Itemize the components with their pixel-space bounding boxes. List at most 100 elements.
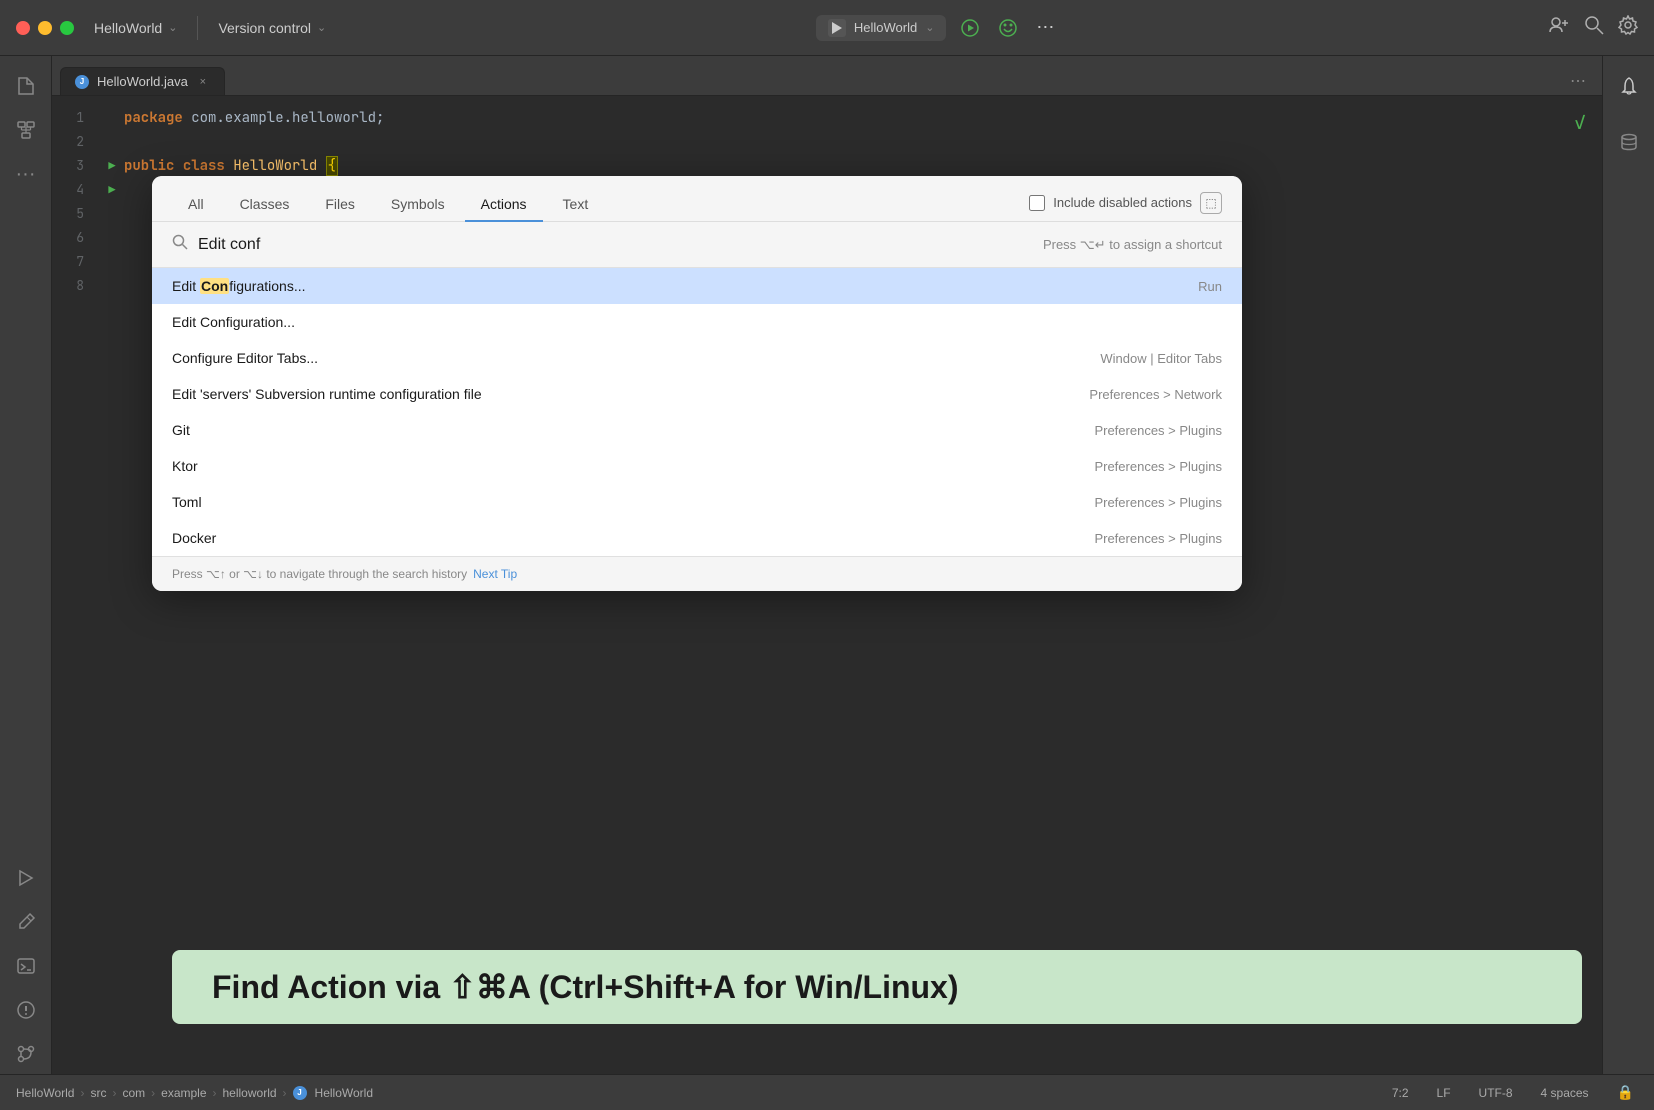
sidebar-item-files[interactable] — [6, 66, 46, 106]
traffic-lights — [16, 21, 74, 35]
include-disabled-label: Include disabled actions — [1053, 195, 1192, 210]
minimize-button[interactable] — [38, 21, 52, 35]
right-panel-notifications[interactable] — [1609, 66, 1649, 106]
include-disabled-checkbox[interactable] — [1029, 195, 1045, 211]
breadcrumb-helloworld[interactable]: HelloWorld — [16, 1086, 74, 1100]
breadcrumb-src[interactable]: src — [90, 1086, 106, 1100]
checkmark-icon: ✓ — [1574, 110, 1586, 134]
result-shortcut-4: Preferences > Network — [1089, 387, 1222, 402]
popup-tab-classes[interactable]: Classes — [224, 188, 306, 222]
sidebar-item-structure[interactable] — [6, 110, 46, 150]
find-action-keyword: Find Action — [212, 969, 387, 1005]
result-item-edit-configuration[interactable]: Edit Configuration... — [152, 304, 1242, 340]
popup-footer-text: Press ⌥↑ or ⌥↓ to navigate through the s… — [172, 567, 467, 581]
result-shortcut-6: Preferences > Plugins — [1094, 459, 1222, 474]
result-shortcut-5: Preferences > Plugins — [1094, 423, 1222, 438]
result-item-toml[interactable]: Toml Preferences > Plugins — [152, 484, 1242, 520]
add-user-icon[interactable] — [1548, 14, 1570, 41]
tab-more-icon[interactable]: ⋯ — [1562, 67, 1594, 95]
search-icon[interactable] — [1584, 15, 1604, 40]
popup-tab-files[interactable]: Files — [309, 188, 371, 222]
breadcrumb-example[interactable]: example — [161, 1086, 206, 1100]
next-tip-link[interactable]: Next Tip — [473, 567, 517, 581]
search-magnifier-icon — [172, 234, 188, 255]
result-name: Edit Configurations... — [172, 278, 1198, 294]
tab-close-button[interactable]: × — [196, 75, 210, 89]
encoding[interactable]: UTF-8 — [1475, 1084, 1517, 1102]
tab-bar: J HelloWorld.java × ⋯ — [52, 56, 1602, 96]
code-line-2: 2 — [52, 130, 1602, 154]
sidebar-item-run[interactable] — [6, 858, 46, 898]
close-button[interactable] — [16, 21, 30, 35]
project-chevron-icon: ⌄ — [168, 21, 177, 34]
highlight-conf: Con — [200, 278, 229, 294]
result-item-configure-editor[interactable]: Configure Editor Tabs... Window | Editor… — [152, 340, 1242, 376]
editor-area: J HelloWorld.java × ⋯ ✓ 1 package com.ex… — [52, 56, 1602, 1074]
right-panel-database[interactable] — [1609, 122, 1649, 162]
result-name-7: Toml — [172, 494, 1094, 510]
run-gutter-icon-3[interactable]: ▶ — [108, 154, 115, 178]
maximize-button[interactable] — [60, 21, 74, 35]
debug-button[interactable] — [994, 14, 1022, 42]
result-item-edit-servers[interactable]: Edit 'servers' Subversion runtime config… — [152, 376, 1242, 412]
popup-tab-bar: All Classes Files Symbols Actions Text I… — [152, 176, 1242, 222]
line-ending[interactable]: LF — [1433, 1084, 1455, 1102]
run-config-name: HelloWorld — [854, 20, 917, 35]
result-name-6: Ktor — [172, 458, 1094, 474]
breadcrumb-helloworld-pkg[interactable]: helloworld — [223, 1086, 277, 1100]
code-line-3: 3 ▶ public class HelloWorld { — [52, 154, 1602, 178]
run-button[interactable] — [956, 14, 984, 42]
run-config-selector[interactable]: HelloWorld ⌄ — [816, 15, 947, 41]
more-options-icon[interactable]: ⋯ — [1032, 17, 1058, 38]
breadcrumb-com[interactable]: com — [122, 1086, 145, 1100]
result-item-ktor[interactable]: Ktor Preferences > Plugins — [152, 448, 1242, 484]
result-shortcut-8: Preferences > Plugins — [1094, 531, 1222, 546]
sidebar-item-git[interactable] — [6, 1034, 46, 1074]
find-action-banner: Find Action via ⇧⌘A (Ctrl+Shift+A for Wi… — [172, 950, 1582, 1024]
popup-tab-text[interactable]: Text — [547, 188, 605, 222]
version-control-menu[interactable]: Version control ⌄ — [218, 20, 326, 36]
result-item-edit-configurations[interactable]: Edit Configurations... Run — [152, 268, 1242, 304]
title-center: HelloWorld ⌄ ⋯ — [338, 14, 1536, 42]
search-query-text[interactable]: Edit conf — [198, 236, 260, 254]
tab-helloworld-java[interactable]: J HelloWorld.java × — [60, 67, 225, 95]
sidebar-item-terminal[interactable] — [6, 946, 46, 986]
popup-tab-symbols[interactable]: Symbols — [375, 188, 461, 222]
breadcrumb-classname[interactable]: HelloWorld — [315, 1086, 373, 1100]
result-name-3: Configure Editor Tabs... — [172, 350, 1100, 366]
indent-style[interactable]: 4 spaces — [1537, 1084, 1593, 1102]
breadcrumb: HelloWorld › src › com › example › hello… — [16, 1086, 1388, 1100]
popup-search-bar: Edit conf Press ⌥↵ to assign a shortcut — [152, 222, 1242, 268]
sidebar-item-issues[interactable] — [6, 990, 46, 1030]
project-name: HelloWorld — [94, 20, 162, 36]
result-name-4: Edit 'servers' Subversion runtime config… — [172, 386, 1089, 402]
result-name-8: Docker — [172, 530, 1094, 546]
help-icon[interactable]: ⬚ — [1200, 192, 1222, 214]
find-action-banner-text: Find Action via ⇧⌘A (Ctrl+Shift+A for Wi… — [212, 969, 959, 1005]
left-sidebar: ··· — [0, 56, 52, 1074]
result-shortcut: Run — [1198, 279, 1222, 294]
run-gutter-icon-4[interactable]: ▶ — [108, 178, 115, 202]
result-name-5: Git — [172, 422, 1094, 438]
cursor-position[interactable]: 7:2 — [1388, 1084, 1413, 1102]
result-item-git[interactable]: Git Preferences > Plugins — [152, 412, 1242, 448]
result-shortcut-3: Window | Editor Tabs — [1100, 351, 1222, 366]
settings-icon[interactable] — [1618, 15, 1638, 40]
vc-chevron-icon: ⌄ — [317, 21, 326, 34]
sidebar-item-build[interactable] — [6, 902, 46, 942]
lock-icon[interactable]: 🔒 — [1613, 1082, 1638, 1103]
project-menu[interactable]: HelloWorld ⌄ — [94, 20, 177, 36]
version-control-label: Version control — [218, 20, 311, 36]
result-item-docker[interactable]: Docker Preferences > Plugins — [152, 520, 1242, 556]
popup-footer: Press ⌥↑ or ⌥↓ to navigate through the s… — [152, 556, 1242, 591]
run-config-chevron-icon: ⌄ — [925, 21, 934, 34]
popup-tab-actions[interactable]: Actions — [465, 188, 543, 222]
popup-tab-all[interactable]: All — [172, 188, 220, 222]
run-config-icon — [828, 19, 846, 37]
sidebar-item-more[interactable]: ··· — [6, 154, 46, 194]
code-line-1: 1 package com.example.helloworld; — [52, 106, 1602, 130]
search-hint-text: Press ⌥↵ to assign a shortcut — [1043, 237, 1222, 253]
title-actions — [1548, 14, 1638, 41]
find-action-description: via ⇧⌘A (Ctrl+Shift+A for Win/Linux) — [387, 969, 959, 1005]
include-disabled-container: Include disabled actions ⬚ — [1029, 192, 1222, 214]
